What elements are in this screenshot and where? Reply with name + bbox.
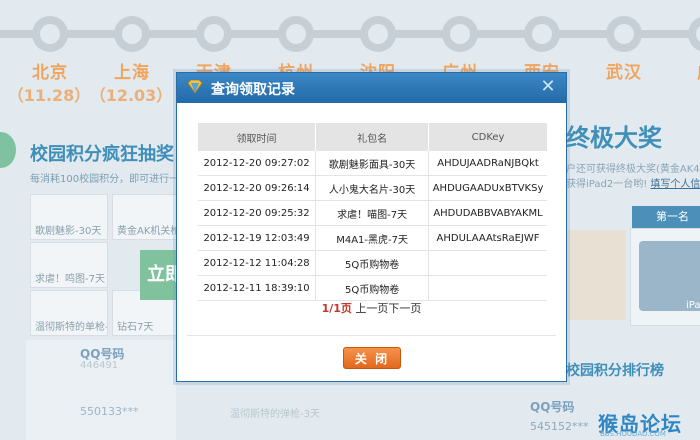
dialog-body: 领取时间 礼包名 CDKey 2012-12-20 09:27:02 歌剧魅影面… [179,103,564,335]
column-header-cdkey: CDKey [428,123,547,151]
cell-time: 2012-12-19 12:03:49 [198,225,317,251]
timeline-station [196,16,232,52]
cell-time: 2012-12-20 09:25:32 [198,200,317,226]
page-indicator: 1/1页 [321,302,352,315]
dialog-title-bar: 查询领取记录 ✕ [177,73,566,103]
cell-cdkey: AHDUGAADUxBTVKSy [428,175,547,201]
lottery-section-subtitle: 每消耗100校园积分，即可进行一 [30,174,180,185]
cell-gift: 5Q币购物卷 [315,250,430,276]
query-records-dialog: 查询领取记录 ✕ 领取时间 礼包名 CDKey 2012-12-20 09:27… [176,72,567,382]
dialog-title: 查询领取记录 [211,82,295,98]
timeline-station [114,16,150,52]
city-label: 上海 [114,63,150,83]
city-date: （12.03） [89,86,173,105]
table-header-row: 领取时间 礼包名 CDKey [198,123,547,151]
table-row: 2012-12-11 18:39:10 5Q币购物卷 [198,275,547,301]
cell-time: 2012-12-11 18:39:10 [198,275,317,301]
ipad-prize-image [630,228,700,326]
section-number-badge [0,132,16,168]
prize-image [566,230,626,320]
grand-prize-text: 户还可获得终极大奖(黄金AK4 [566,164,700,175]
prize-cell: 求虐！鸣图-7天 [30,242,108,288]
prize-cell-label: 钻石7天 [117,322,154,333]
timeline-station [688,16,700,52]
city-label: 北京 [32,63,68,83]
prize-cell-label: 求虐！鸣图-7天 [35,274,105,285]
city-label: 武汉 [606,63,642,83]
fill-info-link[interactable]: 填写个人信 [650,179,700,190]
dialog-divider [187,335,556,336]
timeline-station [442,16,478,52]
timeline-station [606,16,642,52]
table-row: 2012-12-20 09:25:32 求虐！喵图-7天 AHDUDABBVAB… [198,200,547,226]
grand-prize-title: 终极大奖 [566,124,662,152]
records-table: 领取时间 礼包名 CDKey 2012-12-20 09:27:02 歌剧魅影面… [198,123,547,301]
forum-watermark-url: BBS.HOUDAO.COM [600,430,666,438]
pagination: 1/1页 上一页下一页 [179,300,564,316]
cell-gift: M4A1-黑虎-7天 [315,225,430,251]
grand-prize-text: 获得iPad2一台哟! 填写个人信 [566,175,700,190]
qq-value: 550133*** [80,405,139,418]
city-date: （11.28） [7,86,91,105]
timeline-station [360,16,396,52]
ranking-title: 校园积分排行榜 [566,363,664,379]
cell-cdkey: AHDUJAADRaNJBQkt [428,151,547,176]
timeline-station [32,16,68,52]
prize-cell-label: 歌剧魅影-30天 [35,226,102,237]
cell-time: 2012-12-20 09:27:02 [198,151,317,176]
ranking-qq-header: QQ号码 [530,400,575,414]
prize-cell: 歌剧魅影-30天 [30,194,108,240]
column-header-time: 领取时间 [198,123,317,151]
cell-time: 2012-12-20 09:26:14 [198,175,317,201]
city-label: 成 [666,58,700,83]
column-header-gift: 礼包名 [315,123,430,151]
close-icon[interactable]: ✕ [540,78,556,96]
grand-prize-text-part: 获得iPad2一台哟! [566,179,648,190]
table-row: 2012-12-20 09:27:02 歌剧魅影面具-30天 AHDUJAADR… [198,151,547,176]
next-page-link[interactable]: 下一页 [388,302,421,315]
cell-gift: 歌剧魅影面具-30天 [315,151,430,176]
timeline-station [278,16,314,52]
cell-gift: 5Q币购物卷 [315,275,430,301]
table-row: 2012-12-12 11:04:28 5Q币购物卷 [198,250,547,276]
table-row: 2012-12-19 12:03:49 M4A1-黑虎-7天 AHDULAAAt… [198,225,547,251]
prize-cell-label: 温彻斯特的单枪-3天 [35,322,107,333]
prize-cell-label: 黄金AK机关枪 [117,226,181,237]
diamond-logo-icon [187,80,203,94]
winner-item-faint: 温彻斯特的弹枪-3天 [230,409,320,420]
ranking-qq-value: 545152*** [530,420,589,433]
timeline-station [524,16,560,52]
close-button[interactable]: 关 闭 [343,347,401,369]
cell-cdkey: AHDULAAAtsRaEJWF [428,225,547,251]
qq-value-faint: 446491 [80,360,119,371]
prize-cell: 温彻斯特的单枪-3天 [30,290,108,336]
timeline-track [0,30,700,38]
cell-cdkey: AHDUDABBVABYAKML [428,200,547,226]
cell-cdkey [428,250,547,276]
cell-gift: 求虐！喵图-7天 [315,200,430,226]
first-prize-label: 第一名 [632,206,700,228]
cell-gift: 人小鬼大名片-30天 [315,175,430,201]
ipad-label: iPa [686,300,700,311]
cell-cdkey [428,275,547,301]
cell-time: 2012-12-12 11:04:28 [198,250,317,276]
prev-page-link[interactable]: 上一页 [355,302,388,315]
table-row: 2012-12-20 09:26:14 人小鬼大名片-30天 AHDUGAADU… [198,175,547,201]
lottery-section-title: 校园积分疯狂抽奖 [30,144,174,165]
